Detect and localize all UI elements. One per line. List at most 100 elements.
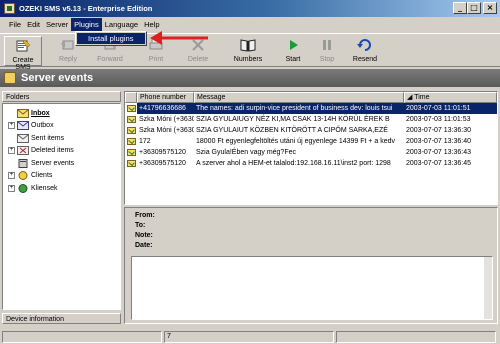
status-panel-right [336, 330, 496, 343]
address-book-icon [240, 39, 256, 52]
forward-label: Forward [97, 56, 123, 63]
folder-kliensek[interactable]: + Kliensek [3, 182, 120, 195]
table-row[interactable]: +36309575120 Szia Gyula!Ében vagy még?Fe… [125, 147, 497, 158]
status-panel-left [2, 330, 162, 343]
message-icon [127, 138, 136, 145]
menu-language[interactable]: Language [102, 18, 141, 31]
pause-icon [323, 40, 331, 50]
menu-edit[interactable]: Edit [24, 18, 43, 31]
device-info-header: Device information [2, 313, 121, 324]
server-events-icon [4, 72, 16, 84]
cell-time: 2003-07-07 13:36:45 [406, 160, 471, 167]
inbox-icon [17, 108, 29, 118]
section-title: Server events [21, 72, 94, 84]
column-phone-number[interactable]: Phone number [137, 92, 194, 103]
expand-icon[interactable]: + [8, 184, 15, 192]
folder-sent-items[interactable]: Sent items [3, 132, 120, 145]
folder-label: Server events [31, 159, 75, 167]
minimize-button[interactable]: _ [453, 2, 467, 14]
menu-bar: File Edit Server Plugins Language Help [0, 17, 500, 32]
window-title: OZEKI SMS v5.13 - Enterprise Edition [19, 4, 153, 13]
folder-outbox[interactable]: + Outbox [3, 120, 120, 133]
create-sms-icon [16, 39, 31, 52]
cell-message: SZIA GYULAIUGY NÉZ KI,MA CSAK 13-14H KÖR… [196, 116, 390, 123]
cell-message: A szerver ahol a HEM-et talalod:192.168.… [196, 160, 391, 167]
delete-label: Delete [187, 56, 209, 63]
date-label: Date: [135, 242, 153, 249]
message-icon [127, 105, 136, 112]
plugins-dropdown: Install plugins [75, 31, 147, 46]
folder-label: Deleted items [31, 147, 74, 155]
resend-label: Resend [352, 56, 378, 63]
status-bar: 7 [0, 329, 500, 344]
start-button[interactable]: Start [276, 36, 310, 66]
message-details: From: To: Note: Date: [124, 207, 498, 324]
sort-icon: ◢ [407, 94, 413, 101]
cell-time: 2003-07-03 11:01:53 [406, 116, 471, 123]
kliensek-icon [18, 183, 28, 193]
print-label: Print [148, 56, 164, 63]
folder-label: Outbox [31, 122, 54, 130]
resend-icon [357, 39, 371, 51]
numbers-label: Numbers [233, 56, 263, 63]
create-sms-button[interactable]: Create SMS [4, 36, 42, 71]
folders-header: Folders [2, 91, 121, 102]
cell-phone: +36309575120 [139, 149, 186, 156]
clients-icon [18, 171, 28, 181]
expand-icon[interactable]: + [8, 172, 15, 180]
from-label: From: [135, 212, 155, 219]
table-row[interactable]: 172 18000 Ft egyenlegfeltöltés utáni új … [125, 136, 497, 147]
status-message-count: 7 [164, 330, 334, 343]
column-message[interactable]: Message [194, 92, 404, 103]
reply-label: Reply [59, 56, 77, 63]
cell-phone: Szka Móni (+3630320 [139, 116, 194, 123]
folders-pane: Folders Inbox + Outbox Sent items + Dele… [2, 91, 121, 324]
to-label: To: [135, 222, 146, 229]
table-row[interactable]: +36309575120 A szerver ahol a HEM-et tal… [125, 158, 497, 169]
close-button[interactable]: × [483, 2, 497, 14]
deleted-items-icon [17, 146, 29, 156]
maximize-button[interactable]: □ [467, 2, 481, 14]
cell-time: 2003-07-07 13:36:43 [406, 149, 471, 156]
cell-time: 2003-07-07 13:36:40 [406, 138, 471, 145]
numbers-button[interactable]: Numbers [228, 36, 268, 66]
cell-phone: Szka Móni (+3630320 [139, 127, 194, 134]
message-icon [127, 160, 136, 167]
section-header: Server events [0, 69, 500, 87]
table-row[interactable]: Szka Móni (+3630320 SZIA GYULAIUT KÖZBEN… [125, 125, 497, 136]
folder-deleted-items[interactable]: + Deleted items [3, 145, 120, 158]
app-icon [4, 3, 15, 14]
expand-icon[interactable]: + [8, 122, 15, 130]
table-row[interactable]: +41796636686 The names: adi surpin-vice … [125, 103, 497, 114]
cell-message: SZIA GYULAIUT KÖZBEN KITÖRÖTT A CIPŐM SA… [196, 127, 388, 134]
menu-server[interactable]: Server [43, 18, 71, 31]
folder-label: Kliensek [31, 184, 58, 192]
resend-button[interactable]: Resend [346, 36, 384, 66]
folder-inbox[interactable]: Inbox [3, 107, 120, 120]
title-bar: OZEKI SMS v5.13 - Enterprise Edition _ □… [0, 0, 500, 17]
cell-message: 18000 Ft egyenlegfeltöltés utáni új egye… [196, 138, 396, 145]
stop-button[interactable]: Stop [310, 36, 344, 66]
cell-phone: 172 [139, 138, 151, 145]
cell-phone: +36309575120 [139, 160, 186, 167]
menu-plugins[interactable]: Plugins [71, 18, 102, 31]
message-list-header: Phone number Message ◢ Time [125, 92, 497, 103]
expand-icon[interactable]: + [8, 147, 15, 155]
stop-label: Stop [319, 56, 335, 63]
cell-time: 2003-07-03 11:01:51 [404, 103, 497, 114]
folder-label: Clients [31, 172, 53, 180]
vertical-scrollbar[interactable] [484, 257, 492, 319]
folder-label: Sent items [31, 134, 65, 142]
menu-file[interactable]: File [6, 18, 24, 31]
message-body[interactable] [131, 256, 493, 320]
cell-message: The names: adi surpin-vice president of … [194, 103, 404, 114]
install-plugins-menu-item[interactable]: Install plugins [77, 33, 145, 44]
table-row[interactable]: Szka Móni (+3630320 SZIA GYULAIUGY NÉZ K… [125, 114, 497, 125]
server-events-icon [18, 158, 28, 168]
cell-phone: +41796636686 [137, 103, 194, 114]
message-icon [127, 127, 136, 134]
column-time[interactable]: ◢ Time [404, 92, 497, 103]
folder-clients[interactable]: + Clients [3, 170, 120, 183]
folder-server-events[interactable]: Server events [3, 157, 120, 170]
start-label: Start [285, 56, 301, 63]
